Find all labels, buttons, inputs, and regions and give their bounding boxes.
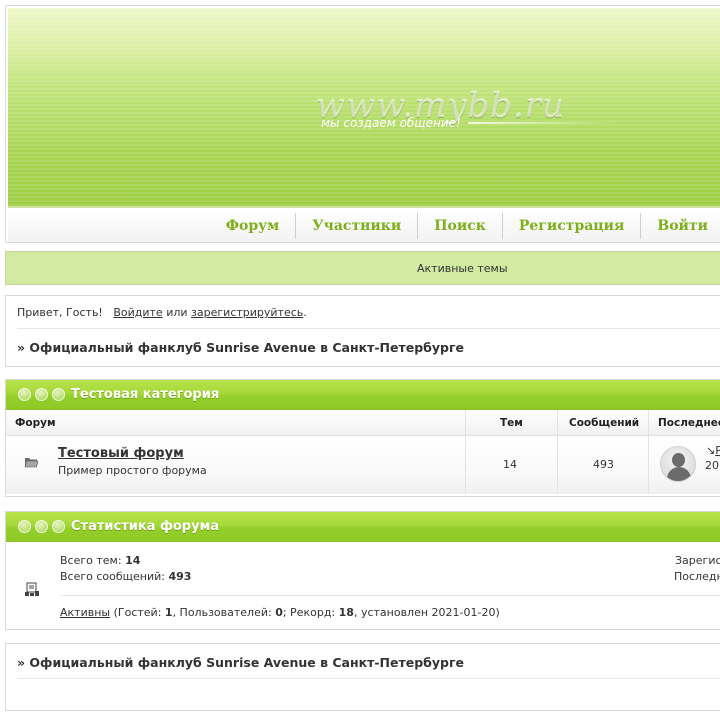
- stats-last: Последн: [674, 570, 720, 583]
- column-divider: [557, 436, 558, 494]
- posts-value: 493: [168, 570, 192, 583]
- or-text: или: [166, 306, 188, 319]
- stats-body: Всего тем: 14 Всего сообщений: 493 Зарег…: [6, 542, 720, 628]
- avatar-body-shape: [667, 467, 691, 481]
- topics-label: Всего тем:: [60, 554, 122, 567]
- column-divider: [465, 436, 466, 494]
- divider: [60, 595, 720, 596]
- column-divider: [465, 410, 466, 435]
- forum-header: www.mybb.ru мы создаем общение! Форум Уч…: [5, 5, 720, 243]
- stats-block: Статистика форума Всего тем: 14 Всего со…: [5, 511, 720, 630]
- category-icon: [35, 388, 48, 401]
- category-header: Тестовая категория: [6, 380, 720, 410]
- stats-posts: Всего сообщений: 493: [60, 570, 191, 583]
- guests-count: 1: [164, 606, 173, 619]
- last-post-link[interactable]: ↘Р: [706, 444, 720, 457]
- guest-greeting: Привет, Гость! Войдите или зарегистрируй…: [17, 306, 307, 319]
- stats-header-icon: [18, 520, 31, 533]
- record-label: ; Рекорд:: [282, 606, 336, 619]
- category-title: Тестовая категория: [71, 387, 220, 402]
- table-row: Тестовый форум Пример простого форума 14…: [6, 436, 720, 494]
- online-stats: Активны (Гостей: 1, Пользователей: 0; Ре…: [60, 606, 500, 619]
- users-count: 0: [275, 606, 283, 619]
- col-forum: Форум: [15, 417, 56, 429]
- folder-icon: [24, 458, 39, 468]
- login-link[interactable]: Войдите: [113, 306, 162, 319]
- category-block: Тестовая категория Форум Тем Сообщений П…: [5, 379, 720, 497]
- stats-header-icon: [52, 520, 65, 533]
- announce-bar: Активные темы: [5, 251, 720, 285]
- breadcrumb: » Официальный фанклуб Sunrise Avenue в С…: [17, 655, 464, 670]
- online-prefix: (Гостей:: [113, 606, 162, 619]
- header-banner: www.mybb.ru мы создаем общение!: [8, 8, 720, 208]
- column-divider: [648, 436, 649, 494]
- breadcrumb: » Официальный фанклуб Sunrise Avenue в С…: [17, 340, 464, 355]
- active-users-link[interactable]: Активны: [60, 606, 110, 619]
- category-icon: [18, 388, 31, 401]
- stats-title: Статистика форума: [71, 519, 219, 534]
- avatar[interactable]: [660, 446, 696, 482]
- column-divider: [557, 410, 558, 435]
- forum-table: Форум Тем Сообщений Последнее Тестовый ф…: [6, 410, 720, 494]
- footer-breadcrumb-box: » Официальный фанклуб Sunrise Avenue в С…: [5, 643, 720, 711]
- posts-label: Всего сообщений:: [60, 570, 165, 583]
- guest-welcome-box: Привет, Гость! Войдите или зарегистрируй…: [5, 295, 720, 367]
- col-last: Последнее: [658, 417, 720, 429]
- period: .: [303, 306, 307, 319]
- last-post-date: 20: [705, 459, 719, 472]
- active-topics-link[interactable]: Активные темы: [417, 262, 508, 275]
- nav-login[interactable]: Войти: [640, 213, 720, 239]
- topics-value: 14: [125, 554, 141, 567]
- table-header: Форум Тем Сообщений Последнее: [6, 410, 720, 436]
- record-count: 18: [338, 606, 354, 619]
- stats-header: Статистика форума: [6, 512, 720, 542]
- divider: [17, 678, 720, 679]
- forum-link[interactable]: Тестовый форум: [58, 446, 184, 461]
- users-label: , Пользователей:: [172, 606, 272, 619]
- stats-header-icon: [35, 520, 48, 533]
- category-icon: [52, 388, 65, 401]
- register-link[interactable]: зарегистрируйтесь: [191, 306, 303, 319]
- col-posts: Сообщений: [569, 417, 640, 429]
- nav-forum[interactable]: Форум: [210, 213, 296, 239]
- avatar-head-shape: [672, 453, 685, 467]
- nav-members[interactable]: Участники: [295, 213, 417, 239]
- nav-register[interactable]: Регистрация: [501, 213, 641, 239]
- stats-icon: [25, 582, 39, 596]
- greeting-text: Привет, Гость!: [17, 306, 103, 319]
- stats-topics: Всего тем: 14: [60, 554, 140, 567]
- slogan-decoration: [468, 122, 618, 124]
- topics-count: 14: [503, 458, 517, 471]
- divider: [17, 328, 720, 329]
- col-topics: Тем: [500, 417, 523, 429]
- column-divider: [648, 410, 649, 435]
- main-nav: Форум Участники Поиск Регистрация Войти: [8, 210, 720, 242]
- last-post-title[interactable]: Р: [715, 444, 720, 457]
- record-date: , установлен 2021-01-20): [353, 606, 500, 619]
- arrow-icon: ↘: [706, 444, 716, 457]
- posts-count: 493: [593, 458, 614, 471]
- stats-registered: Зарегис: [675, 554, 720, 567]
- forum-description: Пример простого форума: [58, 464, 207, 477]
- site-slogan: мы создаем общение!: [321, 116, 461, 130]
- nav-search[interactable]: Поиск: [417, 213, 502, 239]
